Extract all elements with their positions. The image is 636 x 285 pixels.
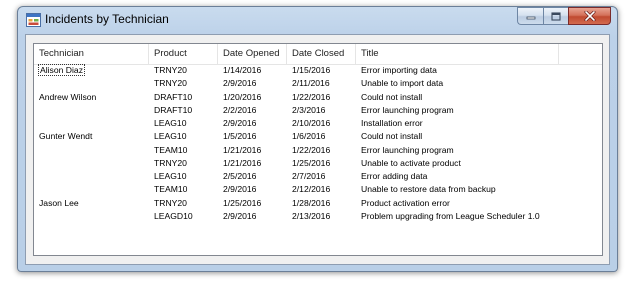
product-cell: TEAM10 bbox=[154, 144, 188, 155]
table-row[interactable]: LEAG10 2/9/2016 2/10/2016 Installation erro… bbox=[34, 118, 602, 129]
date-opened-cell: 1/25/2016 bbox=[223, 197, 262, 208]
date-closed-cell: 1/22/2016 bbox=[292, 91, 331, 102]
date-closed-cell: 1/15/2016 bbox=[292, 65, 331, 75]
listview-header: Technician Product Date Opened Date Closed T… bbox=[34, 44, 602, 65]
date-opened-cell: 2/5/2016 bbox=[223, 171, 257, 181]
technician-cell bbox=[35, 118, 150, 129]
table-row[interactable]: TEAM10 2/9/2016 2/12/2016 Unable to restore… bbox=[34, 184, 602, 195]
title-cell: Unable to restore data from backup bbox=[361, 184, 496, 195]
technician-cell bbox=[35, 78, 150, 89]
col-date-opened-header[interactable]: Date Opened bbox=[218, 44, 287, 64]
product-cell: TEAM10 bbox=[154, 184, 188, 195]
table-row[interactable]: TEAM10 1/21/2016 1/22/2016 Error launching … bbox=[34, 145, 602, 156]
maximize-button[interactable] bbox=[543, 7, 568, 25]
technician-cell bbox=[35, 184, 150, 195]
title-cell: Error launching program bbox=[361, 104, 454, 115]
table-row[interactable]: Alison Diaz TRNY20 1/14/2016 1/15/2016 Error… bbox=[34, 64, 602, 76]
date-opened-cell: 1/20/2016 bbox=[223, 91, 262, 102]
table-row[interactable]: Jason Lee TRNY20 1/25/2016 1/28/2016 Product… bbox=[34, 198, 602, 209]
title-cell: Could not install bbox=[361, 131, 423, 142]
table-row[interactable]: Andrew Wilson DRAFT10 1/20/2016 1/22/2016 Co… bbox=[34, 92, 602, 103]
date-closed-cell: 2/3/2016 bbox=[292, 104, 326, 115]
maximize-icon bbox=[551, 11, 561, 21]
col-date-closed-header[interactable]: Date Closed bbox=[287, 44, 356, 64]
date-opened-cell: 2/9/2016 bbox=[223, 118, 257, 128]
technician-cell: Gunter Wendt bbox=[39, 131, 93, 142]
date-opened-cell: 1/21/2016 bbox=[223, 144, 262, 155]
date-opened-cell: 1/21/2016 bbox=[223, 157, 262, 168]
date-opened-cell: 1/14/2016 bbox=[223, 65, 262, 75]
table-row[interactable]: TRNY20 2/9/2016 2/11/2016 Unable to import … bbox=[34, 78, 602, 89]
date-closed-cell: 2/13/2016 bbox=[292, 210, 331, 221]
product-cell: DRAFT10 bbox=[154, 104, 193, 115]
product-cell: LEAG10 bbox=[154, 171, 187, 181]
technician-cell bbox=[35, 211, 150, 222]
close-icon bbox=[584, 11, 595, 21]
minimize-button[interactable] bbox=[517, 7, 543, 25]
technician-cell bbox=[35, 105, 150, 116]
product-cell: TRNY20 bbox=[154, 197, 187, 208]
title-cell: Product activation error bbox=[361, 197, 450, 208]
date-closed-cell: 2/10/2016 bbox=[292, 118, 331, 128]
date-opened-cell: 2/9/2016 bbox=[223, 78, 257, 89]
table-row[interactable]: Gunter Wendt LEAG10 1/5/2016 1/6/2016 Could … bbox=[34, 131, 602, 142]
date-closed-cell: 1/6/2016 bbox=[292, 131, 326, 142]
table-row[interactable]: TRNY20 1/21/2016 1/25/2016 Unable to activa… bbox=[34, 158, 602, 169]
title-cell: Could not install bbox=[361, 91, 423, 102]
date-closed-cell: 2/7/2016 bbox=[292, 171, 326, 181]
technician-cell bbox=[35, 145, 150, 156]
date-opened-cell: 1/5/2016 bbox=[223, 131, 257, 142]
title-cell: Unable to activate product bbox=[361, 157, 461, 168]
title-cell: Problem upgrading from League Scheduler … bbox=[361, 210, 540, 221]
form-app-icon bbox=[26, 13, 41, 27]
technician-cell: Jason Lee bbox=[39, 197, 79, 208]
close-button[interactable] bbox=[568, 7, 611, 25]
technician-cell: Andrew Wilson bbox=[39, 91, 97, 102]
date-closed-cell: 2/11/2016 bbox=[292, 78, 330, 89]
form-client-area: Technician Product Date Opened Date Closed T… bbox=[25, 34, 610, 265]
product-cell: TRNY20 bbox=[154, 78, 187, 89]
technician-cell bbox=[35, 158, 150, 169]
col-product-header[interactable]: Product bbox=[149, 44, 218, 64]
date-opened-cell: 2/9/2016 bbox=[223, 184, 257, 195]
title-cell: Installation error bbox=[361, 118, 423, 128]
minimize-icon bbox=[526, 16, 535, 20]
product-cell: LEAG10 bbox=[154, 118, 187, 128]
product-cell: LEAG10 bbox=[154, 131, 187, 142]
caption-buttons bbox=[517, 7, 611, 26]
title-bar[interactable]: Incidents by Technician bbox=[18, 7, 617, 33]
date-closed-cell: 1/25/2016 bbox=[292, 157, 331, 168]
title-cell: Error adding data bbox=[361, 171, 428, 181]
technician-cell: Alison Diaz bbox=[38, 64, 85, 76]
date-opened-cell: 2/9/2016 bbox=[223, 210, 257, 221]
product-cell: TRNY20 bbox=[154, 65, 187, 75]
col-technician-header[interactable]: Technician bbox=[34, 44, 149, 64]
table-row[interactable]: LEAG10 2/5/2016 2/7/2016 Error adding data bbox=[34, 171, 602, 182]
title-cell: Error importing data bbox=[361, 65, 437, 75]
date-closed-cell: 1/22/2016 bbox=[292, 144, 331, 155]
incidents-window: Incidents by Technician Technician Produ… bbox=[17, 6, 618, 272]
col-title-header[interactable]: Title bbox=[356, 44, 559, 64]
product-cell: LEAGD10 bbox=[154, 210, 193, 221]
technician-cell bbox=[35, 171, 150, 182]
table-row[interactable]: LEAGD10 2/9/2016 2/13/2016 Problem upgradin… bbox=[34, 211, 602, 222]
table-row[interactable]: DRAFT10 2/2/2016 2/3/2016 Error launching p… bbox=[34, 105, 602, 116]
product-cell: TRNY20 bbox=[154, 157, 187, 168]
date-closed-cell: 2/12/2016 bbox=[292, 184, 331, 195]
title-cell: Unable to import data bbox=[361, 78, 444, 89]
incidents-listview[interactable]: Technician Product Date Opened Date Closed T… bbox=[33, 43, 603, 256]
title-cell: Error launching program bbox=[361, 144, 454, 155]
date-opened-cell: 2/2/2016 bbox=[223, 104, 257, 115]
date-closed-cell: 1/28/2016 bbox=[292, 197, 331, 208]
product-cell: DRAFT10 bbox=[154, 91, 193, 102]
window-title: Incidents by Technician bbox=[45, 12, 169, 26]
